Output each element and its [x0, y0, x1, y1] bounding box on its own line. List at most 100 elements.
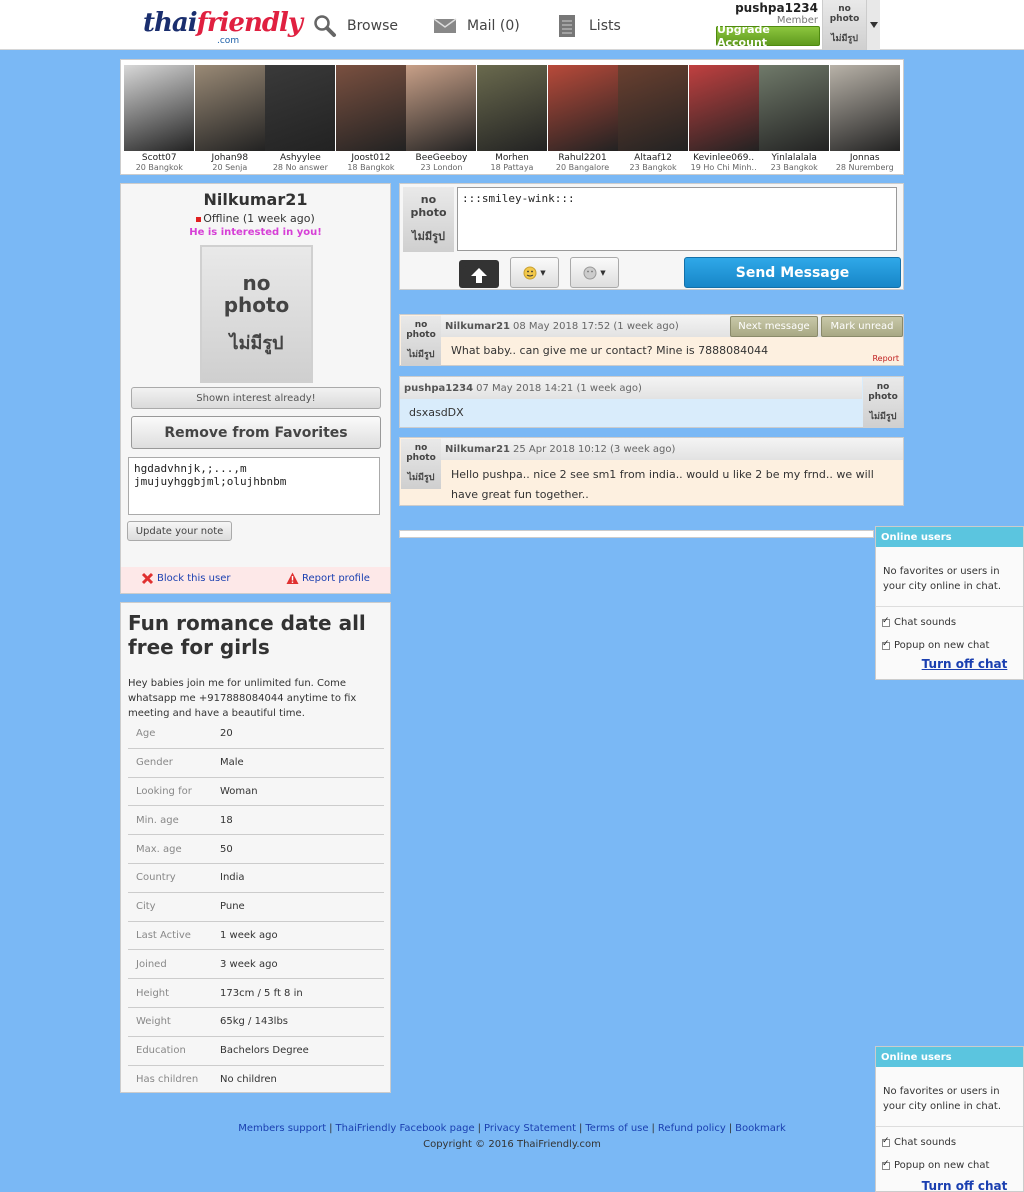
popup-option[interactable]: Popup on new chat: [876, 1154, 1023, 1177]
user-avatar[interactable]: no photo ไม่มีรูป: [822, 0, 866, 50]
featured-user[interactable]: Ashyylee 28 No answer: [265, 65, 336, 174]
featured-user-name[interactable]: Kevinlee069..: [688, 153, 759, 163]
featured-user[interactable]: BeeGeeboy 23 London: [406, 65, 477, 174]
online-users-title[interactable]: Online users: [876, 1047, 1023, 1067]
popup-checkbox[interactable]: [882, 639, 890, 650]
detail-row: Looking for Woman: [128, 778, 384, 807]
popup-label: Popup on new chat: [894, 640, 990, 651]
featured-user[interactable]: Rahul2201 20 Bangalore: [547, 65, 618, 174]
message-sender[interactable]: Nilkumar21: [445, 444, 510, 455]
featured-user[interactable]: Kevinlee069.. 19 Ho Chi Minh..: [688, 65, 759, 174]
nav-lists[interactable]: Lists: [555, 12, 621, 40]
current-username[interactable]: pushpa1234: [735, 1, 818, 15]
turn-off-chat-link[interactable]: Turn off chat: [876, 658, 1023, 670]
send-message-button[interactable]: Send Message: [684, 257, 901, 288]
detail-value: 50: [220, 843, 233, 855]
no-photo-thai-text: ไม่มีรูป: [412, 229, 445, 243]
featured-user[interactable]: Joost012 18 Bangkok: [335, 65, 407, 174]
featured-user-photo[interactable]: [194, 65, 265, 151]
featured-users-strip: Scott07 20 Bangkok Johan98 20 Senja Ashyylee…: [120, 59, 904, 175]
detail-value: Woman: [220, 785, 258, 797]
featured-user-photo[interactable]: [477, 65, 547, 151]
chat-sounds-option[interactable]: Chat sounds: [876, 611, 1023, 634]
featured-user-photo[interactable]: [265, 65, 336, 151]
message-input[interactable]: :::smiley-wink:::: [457, 187, 897, 251]
footer-link[interactable]: Bookmark: [735, 1123, 786, 1134]
sticker-face-icon: [583, 266, 597, 279]
featured-user-photo[interactable]: [406, 65, 477, 151]
footer-link[interactable]: ThaiFriendly Facebook page: [336, 1123, 475, 1134]
featured-user[interactable]: Johan98 20 Senja: [194, 65, 266, 174]
featured-user-name[interactable]: Jonnas: [829, 153, 900, 163]
detail-label: Last Active: [136, 929, 191, 941]
popup-checkbox[interactable]: [882, 1159, 890, 1170]
featured-user-name[interactable]: Rahul2201: [547, 153, 618, 163]
report-profile-link[interactable]: Report profile: [286, 572, 370, 585]
featured-user[interactable]: Jonnas 28 Nuremberg: [829, 65, 900, 174]
detail-label: Weight: [136, 1016, 171, 1028]
nav-browse[interactable]: Browse: [313, 12, 398, 40]
featured-user-name[interactable]: Scott07: [124, 153, 195, 163]
featured-user[interactable]: Scott07 20 Bangkok: [124, 65, 195, 174]
featured-user-photo[interactable]: [688, 65, 759, 151]
featured-user-photo[interactable]: [829, 65, 900, 151]
no-photo-thai-text: ไม่มีรูป: [831, 33, 858, 44]
popup-option[interactable]: Popup on new chat: [876, 634, 1023, 657]
featured-user-photo[interactable]: [335, 65, 406, 151]
footer-link[interactable]: Terms of use: [585, 1123, 648, 1134]
sticker-picker-button[interactable]: ▼: [570, 257, 619, 288]
featured-user-name[interactable]: Joost012: [336, 153, 407, 163]
footer-link[interactable]: Privacy Statement: [484, 1123, 576, 1134]
online-users-title[interactable]: Online users: [876, 527, 1023, 547]
report-message-link[interactable]: Report: [872, 354, 899, 363]
no-photo-text: no photo: [410, 193, 447, 219]
featured-user-name[interactable]: BeeGeeboy: [406, 153, 477, 163]
nav-mail[interactable]: Mail (0): [433, 12, 520, 40]
footer-separator: |: [477, 1123, 481, 1134]
featured-user-photo[interactable]: [759, 65, 830, 151]
featured-user-name[interactable]: Altaaf12: [618, 153, 689, 163]
featured-user-name[interactable]: Yinlalalala: [759, 153, 830, 163]
profile-status: Offline (1 week ago): [121, 212, 390, 225]
message-avatar[interactable]: no photo ไม่มีรูป: [401, 439, 441, 489]
featured-user[interactable]: Altaaf12 23 Bangkok: [618, 65, 689, 174]
upload-photo-button[interactable]: [459, 260, 499, 288]
footer-separator: |: [329, 1123, 333, 1134]
next-message-button[interactable]: Next message: [730, 316, 818, 337]
block-user-link[interactable]: Block this user: [141, 572, 230, 585]
interest-notice: He is interested in you!: [189, 227, 322, 238]
about-title: Fun romance date all free for girls: [128, 611, 366, 659]
profile-photo[interactable]: no photo ไม่มีรูป: [200, 245, 313, 383]
site-logo[interactable]: thaifriendly .com: [143, 8, 303, 46]
update-note-button[interactable]: Update your note: [127, 521, 232, 541]
featured-user-name[interactable]: Johan98: [195, 153, 266, 163]
remove-from-favorites-button[interactable]: Remove from Favorites: [131, 416, 381, 449]
mark-unread-button[interactable]: Mark unread: [821, 316, 903, 337]
featured-user-photo[interactable]: [124, 65, 195, 151]
user-dropdown-toggle[interactable]: [866, 0, 880, 50]
shown-interest-button[interactable]: Shown interest already!: [131, 387, 381, 409]
detail-row: Max. age 50: [128, 835, 384, 864]
message-avatar[interactable]: no photo ไม่มีรูป: [863, 378, 903, 428]
smiley-picker-button[interactable]: ▼: [510, 257, 559, 288]
detail-value: Bachelors Degree: [220, 1045, 309, 1057]
no-photo-text: no photo: [223, 270, 290, 317]
footer-link[interactable]: Refund policy: [658, 1123, 726, 1134]
featured-user-name[interactable]: Morhen: [477, 153, 548, 163]
featured-user[interactable]: Yinlalalala 23 Bangkok: [759, 65, 830, 174]
message-avatar[interactable]: no photo ไม่มีรูป: [401, 316, 441, 366]
featured-user-name[interactable]: Ashyylee: [265, 153, 336, 163]
footer-link[interactable]: Members support: [238, 1123, 326, 1134]
turn-off-chat-link[interactable]: Turn off chat: [876, 1180, 1023, 1191]
chat-sounds-checkbox[interactable]: [882, 616, 890, 627]
detail-value: 18: [220, 814, 233, 826]
message-sender[interactable]: pushpa1234: [404, 383, 473, 394]
featured-user[interactable]: Morhen 18 Pattaya: [477, 65, 548, 174]
online-users-widget: Online users No favorites or users in yo…: [875, 1046, 1024, 1192]
detail-row: City Pune: [128, 893, 384, 922]
featured-user-photo[interactable]: [618, 65, 689, 151]
upgrade-account-button[interactable]: Upgrade Account: [716, 23, 820, 49]
message-sender[interactable]: Nilkumar21: [445, 321, 510, 332]
featured-user-photo[interactable]: [547, 65, 618, 151]
user-note-field[interactable]: hgdadvhnjk,;...,m jmujuyhggbjml;olujhbnb…: [128, 457, 380, 515]
